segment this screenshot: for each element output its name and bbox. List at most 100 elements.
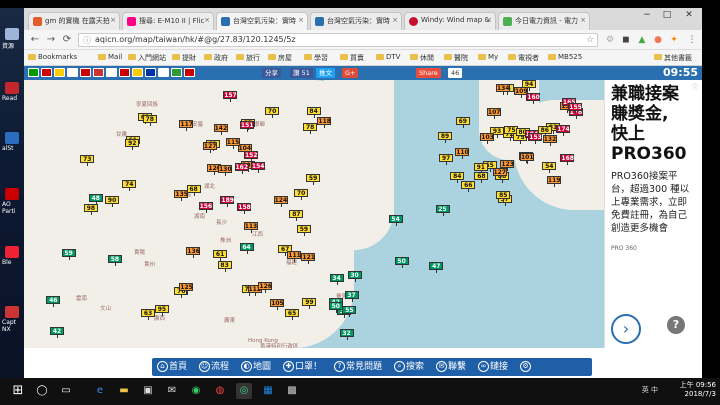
language-flag-icon[interactable] [28, 68, 39, 77]
aqi-marker[interactable]: 42 [50, 326, 64, 338]
aqi-marker[interactable]: 125 [179, 282, 194, 294]
nav-item[interactable]: ✚ 口罩！ [282, 358, 322, 376]
desktop-icon[interactable]: AO Parti [2, 188, 22, 215]
aqi-marker[interactable]: 73 [80, 155, 95, 167]
desktop-icon[interactable]: 資源 [2, 28, 22, 50]
aqi-marker[interactable]: 83 [217, 260, 232, 272]
browser-tab[interactable]: 台灣空氣污染：實時 × [310, 12, 402, 30]
aqi-marker[interactable]: 68 [474, 172, 489, 184]
share-button[interactable]: G+ [342, 68, 359, 78]
aqi-marker[interactable]: 113 [243, 222, 258, 234]
close-tab-icon[interactable]: × [298, 16, 304, 24]
app-icon[interactable]: ◍ [212, 383, 228, 399]
aqi-marker[interactable]: 63 [141, 308, 155, 320]
aqi-marker[interactable]: 117 [179, 119, 194, 131]
app-icon[interactable]: ◉ [188, 383, 204, 399]
share-button[interactable]: Share [416, 68, 441, 78]
language-flag-icon[interactable] [67, 68, 78, 77]
language-flag-icon[interactable] [158, 68, 169, 77]
browser-tab[interactable]: 搜尋: E-M10 II | Flic × [122, 12, 214, 30]
chrome-icon[interactable]: ◎ [236, 383, 252, 399]
aqi-marker[interactable]: 91 [473, 162, 488, 174]
aqi-marker[interactable]: 90 [105, 195, 120, 207]
browser-tab[interactable]: 今日電力資訊 - 電力 × [498, 12, 590, 30]
bookmark-item[interactable]: 旅行 [236, 53, 260, 63]
language-flag-icon[interactable] [106, 68, 117, 77]
aqi-marker[interactable]: 142 [213, 123, 228, 135]
bookmark-item[interactable]: 醫院 [444, 53, 468, 63]
language-flag-icon[interactable] [145, 68, 156, 77]
close-tab-icon[interactable]: × [580, 16, 586, 24]
close-tab-icon[interactable]: × [392, 16, 398, 24]
aqi-marker[interactable]: 70 [294, 188, 309, 200]
extension-icon[interactable]: ◼ [620, 34, 632, 46]
aqi-marker[interactable]: 84 [306, 106, 321, 118]
new-tab-button[interactable] [592, 12, 610, 30]
ad-info-icon[interactable]: ⓘ [692, 82, 700, 91]
bookmark-item[interactable]: 學習 [304, 53, 328, 63]
language-flag-icon[interactable] [80, 68, 91, 77]
info-icon[interactable]: ⓘ [83, 35, 91, 47]
bookmark-star-icon[interactable]: ☆ [584, 34, 596, 46]
aqi-marker[interactable]: 37 [344, 290, 359, 302]
aqi-marker[interactable]: 66 [461, 181, 476, 193]
aqi-marker[interactable]: 59 [296, 225, 311, 237]
bookmark-item[interactable]: 政府 [204, 53, 228, 63]
aqi-marker[interactable]: 87 [289, 210, 304, 222]
aqi-marker[interactable]: 110 [455, 147, 470, 159]
bookmark-item[interactable]: 房屋 [268, 53, 292, 63]
aqi-marker[interactable]: 130 [218, 164, 233, 176]
bookmark-item[interactable]: 休閒 [410, 53, 434, 63]
language-flag-icon[interactable] [93, 68, 104, 77]
aqi-marker[interactable]: 59 [61, 248, 76, 260]
close-tab-icon[interactable]: × [204, 16, 210, 24]
task-view-icon[interactable]: ▭ [58, 383, 74, 399]
bookmark-item[interactable]: MB525 [548, 53, 582, 61]
address-bar[interactable]: ⓘ aqicn.org/map/taiwan/hk/#@g/27.83/120.1… [78, 33, 598, 47]
extension-icon[interactable]: ● [652, 34, 664, 46]
aqi-marker[interactable]: 48 [88, 194, 103, 206]
aqi-marker[interactable]: 55 [342, 305, 357, 317]
advertisement[interactable]: ⓘ 兼職接案 賺獎金, 快上 PRO360 PRO360接案平台，超過300 種… [604, 80, 702, 348]
menu-icon[interactable]: ⋮ [686, 34, 698, 46]
search-icon[interactable]: ◯ [34, 383, 50, 399]
aqi-marker[interactable]: 58 [107, 255, 122, 267]
nav-item[interactable]: ⌂ 首頁 [156, 358, 187, 376]
aqi-marker[interactable]: 54 [388, 215, 403, 226]
aqi-marker[interactable]: 160 [526, 92, 541, 104]
aqi-marker[interactable]: 103 [480, 132, 495, 144]
aqi-marker[interactable]: 134 [496, 83, 510, 95]
bookmark-item[interactable]: 買賣 [340, 53, 364, 63]
help-icon[interactable]: ? [667, 316, 685, 334]
extension-icon[interactable]: ▲ [636, 34, 648, 46]
share-button[interactable]: 讚 51 [290, 68, 313, 78]
bookmark-item[interactable]: My [478, 53, 498, 61]
app-icon[interactable]: ▩ [284, 383, 300, 399]
aqi-marker[interactable]: 98 [83, 204, 98, 216]
reload-button[interactable]: ⟳ [60, 33, 74, 47]
bookmark-item[interactable]: 入門網站 [128, 53, 166, 63]
aqi-marker[interactable]: 124 [273, 196, 288, 208]
bookmark-item[interactable]: 其他書籤 [654, 53, 692, 63]
bookmark-item[interactable]: 提財 [172, 53, 196, 63]
ad-arrow-icon[interactable]: › [611, 314, 641, 344]
aqi-marker[interactable]: 47 [429, 262, 444, 274]
nav-item[interactable]: ☺ 流程 [198, 358, 229, 376]
aqi-marker[interactable]: 32 [339, 328, 354, 340]
aqi-marker[interactable]: 156 [198, 202, 213, 214]
aqi-marker[interactable]: 115 [225, 137, 240, 149]
file-explorer-icon[interactable]: ▬ [116, 383, 132, 399]
forward-button[interactable]: → [44, 33, 58, 47]
aqi-marker[interactable]: 111 [287, 251, 302, 263]
nav-item[interactable]: ⌕ 搜索 [393, 358, 424, 376]
aqi-marker[interactable]: 97 [439, 154, 454, 165]
extension-icon[interactable]: ✦ [668, 34, 680, 46]
bookmark-item[interactable]: Bookmarks [28, 53, 77, 61]
aqi-marker[interactable]: 135 [174, 190, 189, 201]
aqi-marker[interactable]: 105 [270, 298, 285, 310]
aqi-marker[interactable]: 99 [302, 298, 317, 310]
edge-icon[interactable]: e [92, 383, 108, 399]
bookmark-item[interactable]: Mail [98, 53, 122, 61]
ime-indicator[interactable]: 英 中 [642, 385, 658, 395]
mail-icon[interactable]: ✉ [164, 383, 180, 399]
